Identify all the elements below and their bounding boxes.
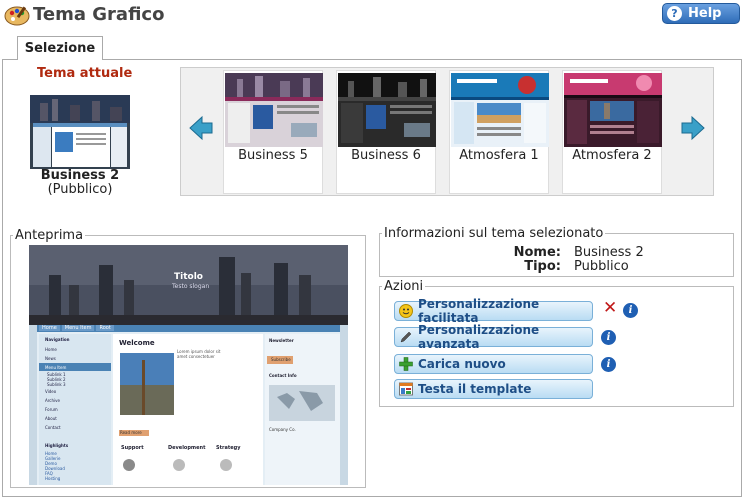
theme-name: Atmosfera 1 bbox=[459, 148, 539, 163]
preview-nav-tab: Root bbox=[96, 325, 114, 331]
preview-read-more: Read more bbox=[120, 430, 142, 435]
preview-image: Titolo Testo slogan Home Menu Item Root … bbox=[29, 245, 348, 485]
pencil-icon bbox=[400, 331, 412, 343]
info-name-label: Nome: bbox=[513, 245, 561, 260]
preview-col-title: Strategy bbox=[216, 445, 241, 451]
preview-site-slogan: Testo slogan bbox=[172, 283, 210, 290]
theme-item-business-5[interactable]: Business 5 bbox=[223, 70, 323, 194]
preview-contact-info: Contact Info bbox=[269, 373, 297, 378]
current-theme-thumbnail bbox=[30, 95, 130, 169]
upload-new-label: Carica nuovo bbox=[418, 357, 506, 371]
preview-lorem: Lorem ipsum dolor sit amet consectetuer bbox=[177, 349, 221, 359]
current-theme-heading: Tema attuale bbox=[37, 66, 133, 81]
theme-name: Atmosfera 2 bbox=[572, 148, 652, 163]
preview-nav-tab: Menu Item bbox=[61, 325, 95, 331]
arrow-right-icon[interactable] bbox=[680, 115, 706, 141]
info-type-value: Pubblico bbox=[574, 259, 629, 274]
preview-sidebar-heading: Navigation bbox=[45, 337, 70, 342]
delete-icon[interactable]: ✕ bbox=[603, 300, 617, 317]
header: Tema Grafico ? Help bbox=[0, 0, 744, 32]
theme-name: Business 5 bbox=[238, 148, 308, 163]
help-button[interactable]: ? Help bbox=[662, 3, 740, 24]
arrow-left-icon[interactable] bbox=[188, 115, 214, 141]
preview-sidebar-item: Contact bbox=[45, 425, 61, 430]
tab-selezione[interactable]: Selezione bbox=[17, 36, 103, 60]
theme-item-business-6[interactable]: Business 6 bbox=[336, 70, 436, 194]
easy-customize-label: Personalizzazione facilitata bbox=[418, 297, 540, 325]
theme-thumbnail bbox=[451, 73, 549, 147]
preview-newsletter: Newsletter bbox=[269, 338, 294, 343]
theme-name: Business 6 bbox=[351, 148, 421, 163]
preview-company: Company Co. bbox=[269, 427, 296, 432]
palette-icon bbox=[4, 6, 30, 26]
help-label: Help bbox=[688, 6, 722, 21]
preview-sidebar-item: News bbox=[45, 356, 56, 361]
preview-sidebar-item: Menu Item bbox=[45, 365, 67, 370]
theme-item-atmosfera-2[interactable]: Atmosfera 2 bbox=[562, 70, 662, 194]
current-theme-type: (Pubblico) bbox=[47, 182, 113, 197]
theme-thumbnail bbox=[338, 73, 436, 147]
info-icon[interactable]: i bbox=[601, 330, 616, 345]
preview-subscribe: Subscribe bbox=[271, 357, 291, 362]
info-icon[interactable]: i bbox=[623, 303, 638, 318]
template-icon bbox=[399, 382, 413, 396]
preview-sidebar-item: Archive bbox=[45, 398, 60, 403]
plus-icon bbox=[399, 357, 413, 371]
preview-sidebar-item: Video bbox=[45, 389, 57, 394]
preview-site-title: Titolo bbox=[174, 272, 203, 282]
advanced-customize-label: Personalizzazione avanzata bbox=[418, 323, 540, 351]
page-title: Tema Grafico bbox=[33, 4, 165, 25]
info-icon[interactable]: i bbox=[601, 357, 616, 372]
theme-item-atmosfera-1[interactable]: Atmosfera 1 bbox=[449, 70, 549, 194]
theme-thumbnail bbox=[564, 73, 662, 147]
test-template-button[interactable]: Testa il template bbox=[394, 379, 593, 399]
info-type-label: Tipo: bbox=[524, 259, 561, 274]
info-name-value: Business 2 bbox=[574, 245, 644, 260]
current-theme-name: Business 2 bbox=[40, 168, 120, 183]
preview-nav-tab: Home bbox=[39, 325, 60, 331]
easy-customize-button[interactable]: Personalizzazione facilitata bbox=[394, 297, 593, 325]
preview-sidebar-item: Forum bbox=[45, 407, 58, 412]
actions-legend: Azioni bbox=[384, 279, 424, 294]
theme-thumbnail bbox=[225, 73, 323, 147]
preview-welcome: Welcome bbox=[119, 339, 155, 347]
preview-legend: Anteprima bbox=[15, 228, 84, 243]
smiley-icon bbox=[399, 304, 413, 318]
preview-sidebar-item: About bbox=[45, 416, 57, 421]
preview-sidebar-link: Hosting bbox=[45, 476, 61, 481]
test-template-label: Testa il template bbox=[418, 382, 532, 396]
question-icon: ? bbox=[667, 6, 682, 21]
preview-col-title: Development bbox=[168, 445, 206, 451]
preview-sidebar-heading-2: Highlights bbox=[45, 443, 69, 448]
theme-info-legend: Informazioni sul tema selezionato bbox=[384, 226, 604, 241]
upload-new-button[interactable]: Carica nuovo bbox=[394, 354, 593, 374]
advanced-customize-button[interactable]: Personalizzazione avanzata bbox=[394, 323, 593, 351]
preview-sidebar-item: Home bbox=[45, 347, 57, 352]
preview-col-title: Support bbox=[121, 445, 144, 451]
